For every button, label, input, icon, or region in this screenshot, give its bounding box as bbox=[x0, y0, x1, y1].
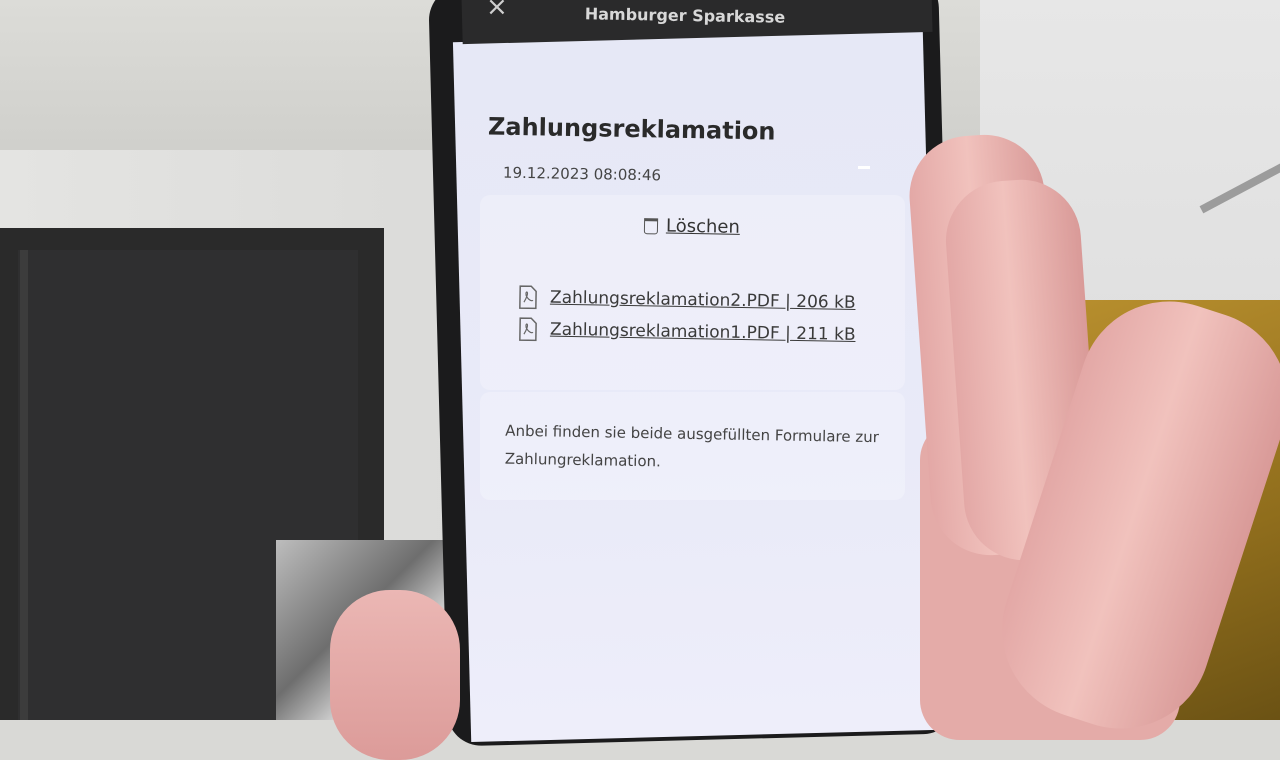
trash-icon bbox=[643, 217, 659, 234]
message-body: Anbei finden sie beide ausgefüllten Form… bbox=[504, 421, 880, 471]
pdf-icon bbox=[518, 317, 538, 342]
close-icon[interactable]: × bbox=[486, 0, 508, 22]
attachment-label[interactable]: Zahlungsreklamation2.PDF | 206 kB bbox=[550, 288, 856, 313]
light-reflection bbox=[858, 166, 870, 169]
pdf-icon bbox=[518, 285, 538, 310]
delete-label: Löschen bbox=[665, 215, 741, 238]
thumb bbox=[330, 590, 460, 760]
attachment-label[interactable]: Zahlungsreklamation1.PDF | 211 kB bbox=[550, 320, 856, 345]
door-edge bbox=[20, 250, 28, 720]
message-date: 19.12.2023 08:08:46 bbox=[502, 163, 662, 185]
delete-button[interactable]: Löschen bbox=[643, 215, 741, 238]
message-title: Zahlungsreklamation bbox=[487, 112, 776, 146]
